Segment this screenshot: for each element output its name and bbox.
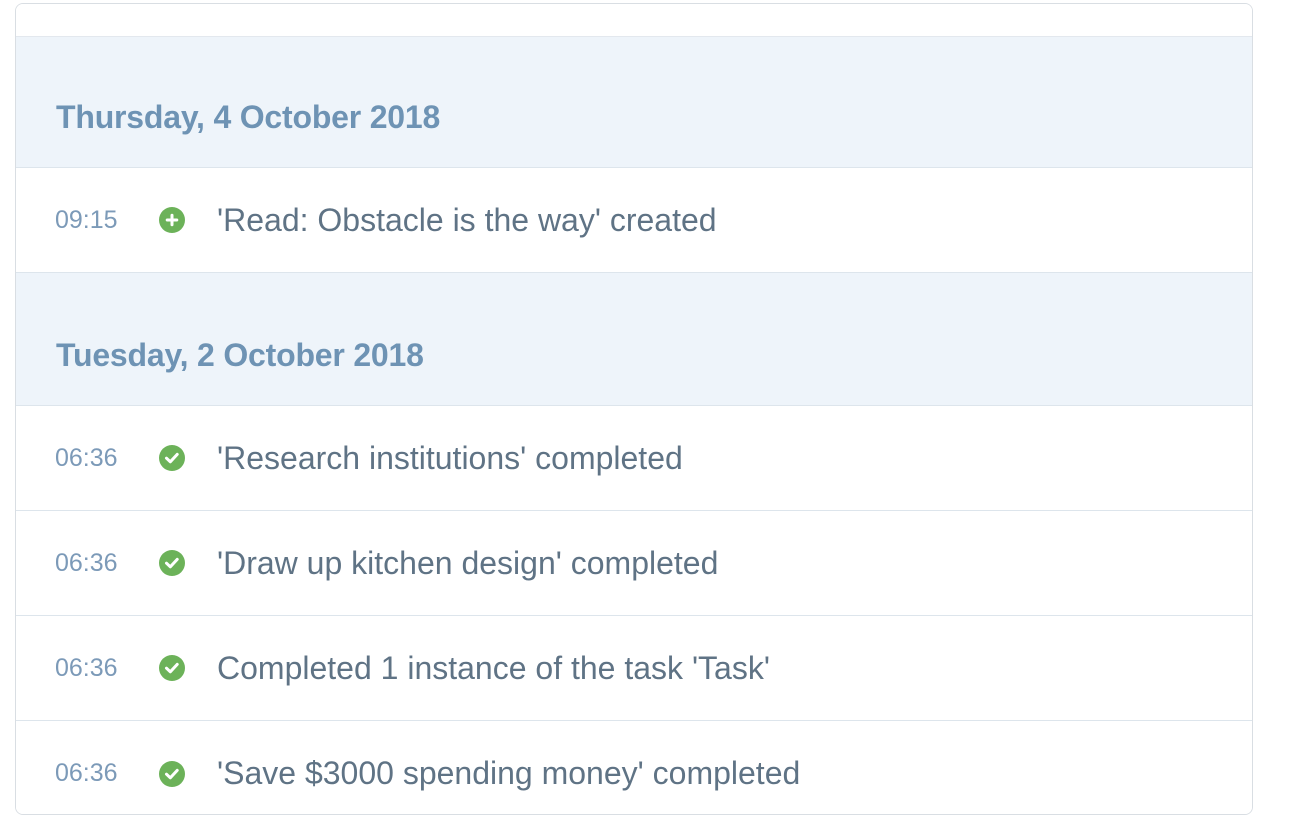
event-time: 06:36 — [55, 759, 118, 787]
day-header: Tuesday, 2 October 2018 — [16, 273, 1252, 406]
activity-event-row: 06:36 'Draw up kitchen design' completed — [16, 511, 1252, 616]
activity-event-row: 06:36 'Save $3000 spending money' comple… — [16, 721, 1252, 814]
event-description: 'Draw up kitchen design' completed — [217, 544, 719, 581]
activity-event-row: 06:36 Completed 1 instance of the task '… — [16, 616, 1252, 721]
event-description: Completed 1 instance of the task 'Task' — [217, 649, 770, 686]
event-description: 'Read: Obstacle is the way' created — [217, 201, 717, 238]
day-header: Thursday, 4 October 2018 — [16, 37, 1252, 168]
plus-circle-icon — [159, 207, 185, 233]
activity-feed-panel: Thursday, 4 October 2018 09:15 'Read: Ob… — [15, 3, 1253, 815]
day-header-label: Thursday, 4 October 2018 — [56, 98, 441, 135]
check-circle-icon — [159, 655, 185, 681]
day-header-label: Tuesday, 2 October 2018 — [56, 336, 424, 373]
check-circle-icon — [159, 445, 185, 471]
activity-event-row: 06:36 'Research institutions' completed — [16, 406, 1252, 511]
event-time: 09:15 — [55, 205, 118, 234]
activity-event-row: 09:15 'Read: Obstacle is the way' create… — [16, 168, 1252, 273]
check-circle-icon — [159, 550, 185, 576]
event-time: 06:36 — [55, 443, 118, 472]
panel-top-spacer — [16, 4, 1252, 37]
event-description: 'Save $3000 spending money' completed — [217, 755, 801, 791]
event-time: 06:36 — [55, 653, 118, 682]
check-circle-icon — [159, 760, 185, 787]
event-time: 06:36 — [55, 548, 118, 577]
event-description: 'Research institutions' completed — [217, 439, 683, 476]
